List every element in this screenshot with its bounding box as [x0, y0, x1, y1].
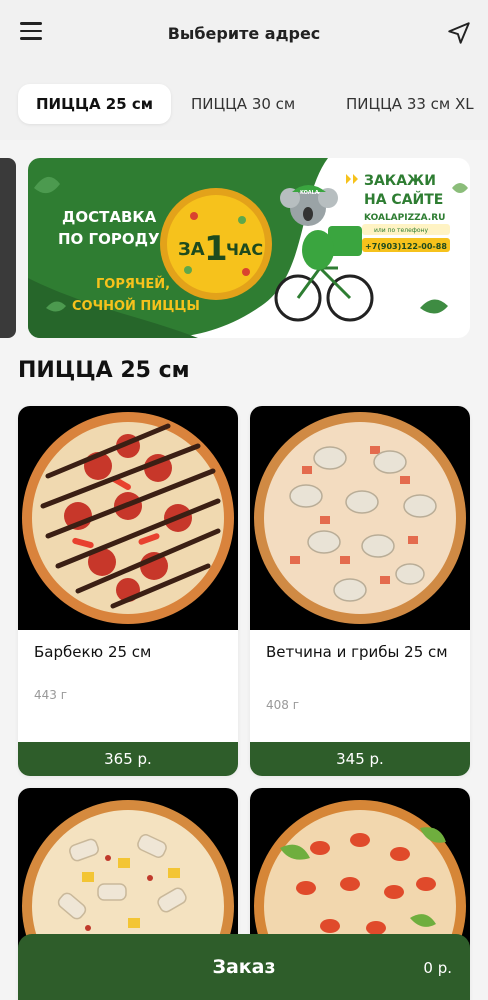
badge-post: ЧАС — [226, 240, 263, 259]
navigation-arrow-icon[interactable] — [446, 20, 472, 46]
order-total: 0 р. — [423, 959, 452, 977]
product-price-button[interactable]: 345 р. — [250, 742, 470, 776]
cta-site: KOALAPIZZA.RU — [364, 213, 445, 223]
address-selector[interactable]: Выберите адрес — [0, 24, 488, 43]
main-content: ЗА 1 ЧАС ДОСТАВКА ПО ГОРОДУ ГОРЯЧЕЙ, СОЧ… — [0, 140, 488, 1000]
badge-pre: ЗА — [178, 239, 205, 260]
banner-text-hot: ГОРЯЧЕЙ, — [96, 276, 170, 292]
cta-order: ЗАКАЖИ — [364, 173, 436, 189]
section-title: ПИЦЦА 25 см — [18, 358, 190, 383]
banner-text-city: ПО ГОРОДУ — [58, 230, 160, 248]
tab-pizza-33-xl[interactable]: ПИЦЦА 33 см XL — [346, 84, 474, 124]
product-price-button[interactable]: 365 р. — [18, 742, 238, 776]
order-label: Заказ — [212, 956, 276, 978]
product-weight: 443 г — [34, 688, 68, 702]
banner-text-delivery: ДОСТАВКА — [62, 208, 157, 226]
tab-pizza-30[interactable]: ПИЦЦА 30 см — [191, 84, 295, 124]
cta-phone: +7(903)122-00-88 — [365, 242, 447, 251]
product-weight: 408 г — [266, 698, 300, 712]
previous-banner-peek[interactable] — [0, 158, 16, 338]
mascot-cap-text: KOALA — [300, 190, 319, 196]
order-button[interactable]: Заказ 0 р. — [18, 934, 470, 1000]
promo-banner[interactable]: ЗА 1 ЧАС ДОСТАВКА ПО ГОРОДУ ГОРЯЧЕЙ, СОЧ… — [28, 158, 470, 338]
pizza-ham-mushrooms-image — [250, 406, 470, 630]
tab-pizza-25[interactable]: ПИЦЦА 25 см — [18, 84, 172, 124]
product-name: Барбекю 25 см — [34, 643, 152, 661]
app-header: Выберите адрес — [0, 0, 488, 70]
pizza-bbq-image — [18, 406, 238, 630]
product-card-bbq[interactable]: Барбекю 25 см 443 г 365 р. — [18, 406, 238, 776]
cta-on-site: НА САЙТЕ — [364, 191, 443, 208]
category-tabs: ПИЦЦА 25 см ПИЦЦА 30 см ПИЦЦА 33 см XL — [0, 80, 488, 130]
product-card-ham-mushrooms[interactable]: Ветчина и грибы 25 см 408 г 345 р. — [250, 406, 470, 776]
product-name: Ветчина и грибы 25 см — [266, 643, 448, 661]
arrows-icon — [346, 174, 358, 184]
badge-number: 1 — [204, 229, 228, 269]
cta-phone-note: или по телефону — [374, 227, 428, 234]
banner-text-juicy: СОЧНОЙ ПИЦЦЫ — [72, 298, 200, 314]
